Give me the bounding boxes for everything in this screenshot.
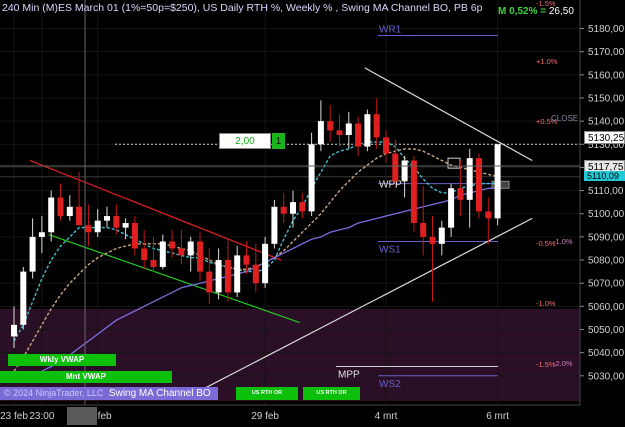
percent-label: -2.0% xyxy=(553,359,573,368)
candle-body xyxy=(20,271,27,325)
candle-body xyxy=(85,225,92,233)
candle-body xyxy=(485,211,492,219)
candle-body xyxy=(290,202,296,214)
candle-body xyxy=(215,260,222,293)
candle-body xyxy=(29,236,36,272)
y-tick-label: 5060,00 xyxy=(588,302,625,313)
candle-body xyxy=(494,144,501,219)
swing-ma-bar: © 2024 NinjaTrader, LLC Swing MA Channel… xyxy=(0,387,218,400)
weekly-vwap-label: Wkly VWAP xyxy=(8,354,116,366)
candle-body xyxy=(355,123,362,147)
candle-body xyxy=(224,260,231,293)
candle-body xyxy=(373,114,380,138)
position-value: 26,50 xyxy=(548,6,574,17)
percent-label: -1.0% xyxy=(536,299,556,308)
candle-body xyxy=(410,160,417,223)
candle-body xyxy=(280,206,287,214)
candle-body xyxy=(448,188,455,228)
y-tick-label: 5100,00 xyxy=(588,209,625,220)
y-tick-label: 5150,00 xyxy=(588,93,625,104)
rth-or-button-2[interactable]: US RTH OR xyxy=(303,387,360,400)
y-tick-label: 5110,00 xyxy=(588,186,624,197)
y-tick-label: 5070,00 xyxy=(588,279,625,290)
candle-body xyxy=(150,260,157,267)
copyright-text: © 2024 NinjaTrader, LLC xyxy=(4,388,104,398)
candle-body xyxy=(66,206,73,217)
candle-body xyxy=(197,241,203,272)
candle-body xyxy=(38,232,45,237)
candle-body xyxy=(234,255,241,293)
candle-body xyxy=(308,144,315,212)
candle-body xyxy=(262,243,269,284)
x-tick-label: 29 feb xyxy=(251,411,279,422)
candle-body xyxy=(299,202,306,212)
candle-body xyxy=(169,241,176,249)
pivot-label: WR1 xyxy=(379,24,402,35)
pivot-label: MPP xyxy=(338,370,360,381)
position-label: M 0,52% = xyxy=(498,6,549,17)
x-tick-label: 23:00 xyxy=(29,411,54,422)
candle-body xyxy=(438,227,445,244)
y-tick-label: 5040,00 xyxy=(588,348,625,359)
candle-body xyxy=(457,188,464,200)
y-tick-label: 5140,00 xyxy=(588,117,625,128)
order-qty-button[interactable]: 1 xyxy=(272,133,285,149)
close-label: CLOSE xyxy=(551,114,578,123)
candle-body xyxy=(178,248,185,256)
candle-body xyxy=(131,222,138,249)
candle-body xyxy=(122,222,129,228)
candle-body xyxy=(317,121,324,145)
candle-body xyxy=(57,197,64,217)
candle-body xyxy=(392,153,399,182)
candle-body xyxy=(113,216,120,228)
candle-body xyxy=(466,158,473,200)
candle-body xyxy=(336,130,343,136)
candle-body xyxy=(206,271,213,293)
percent-label: -1.0% xyxy=(553,237,573,246)
chart-title: 240 Min (M)ES March 01 (1%=50p=$250), US… xyxy=(2,2,483,14)
x-tick-label: 4 mrt xyxy=(375,411,398,422)
candle-body xyxy=(383,137,389,154)
candle-body xyxy=(94,220,101,233)
y-tick-label: 5170,00 xyxy=(588,47,625,58)
y-tick-label: 5180,00 xyxy=(588,24,625,35)
monthly-vwap-label: Mnt VWAP xyxy=(0,371,172,383)
position-pnl: M 0,52% = 26,50 xyxy=(498,6,574,17)
candle-body xyxy=(11,324,17,337)
swing-ma-label: Swing MA Channel BO xyxy=(108,388,211,399)
candle-body xyxy=(420,222,427,237)
candle-body xyxy=(401,160,408,182)
pivot-label: WPP xyxy=(379,180,402,191)
y-tick-label: 5030,00 xyxy=(588,371,625,382)
pivot-label: WS2 xyxy=(379,379,401,390)
pivot-label: WS1 xyxy=(379,245,401,256)
candle-body xyxy=(252,264,259,284)
candle-body xyxy=(48,197,55,233)
y-tick-label: 5160,00 xyxy=(588,70,625,81)
y-tick-label: 5050,00 xyxy=(588,325,625,336)
candle-body xyxy=(104,216,110,221)
candle-body xyxy=(364,114,371,147)
candle-body xyxy=(187,241,194,256)
date-highlight xyxy=(67,407,97,425)
cyan-price-tag: 5110,09 xyxy=(584,171,625,181)
candle-body xyxy=(159,241,166,267)
y-tick-label: 5080,00 xyxy=(588,256,625,267)
candle-body xyxy=(429,236,436,244)
candle-body xyxy=(345,123,352,136)
candle-body xyxy=(243,255,250,265)
chart-window: { "title": "240 Min (M)ES March 01 (1%=5… xyxy=(0,0,625,427)
close-price-tag: 5130,25 xyxy=(584,131,625,144)
x-tick-label: 23 feb xyxy=(0,411,28,422)
rth-or-button-1[interactable]: US RTH OR xyxy=(236,387,298,400)
candle-body xyxy=(76,206,83,226)
candle-body xyxy=(271,206,278,244)
candle-body xyxy=(327,121,334,131)
x-tick-label: 6 mrt xyxy=(486,411,509,422)
candle-body xyxy=(141,248,148,261)
y-tick-label: 5090,00 xyxy=(588,232,625,243)
order-qty-input[interactable]: 2,00 xyxy=(219,133,271,149)
percent-label: +1.0% xyxy=(536,57,558,66)
